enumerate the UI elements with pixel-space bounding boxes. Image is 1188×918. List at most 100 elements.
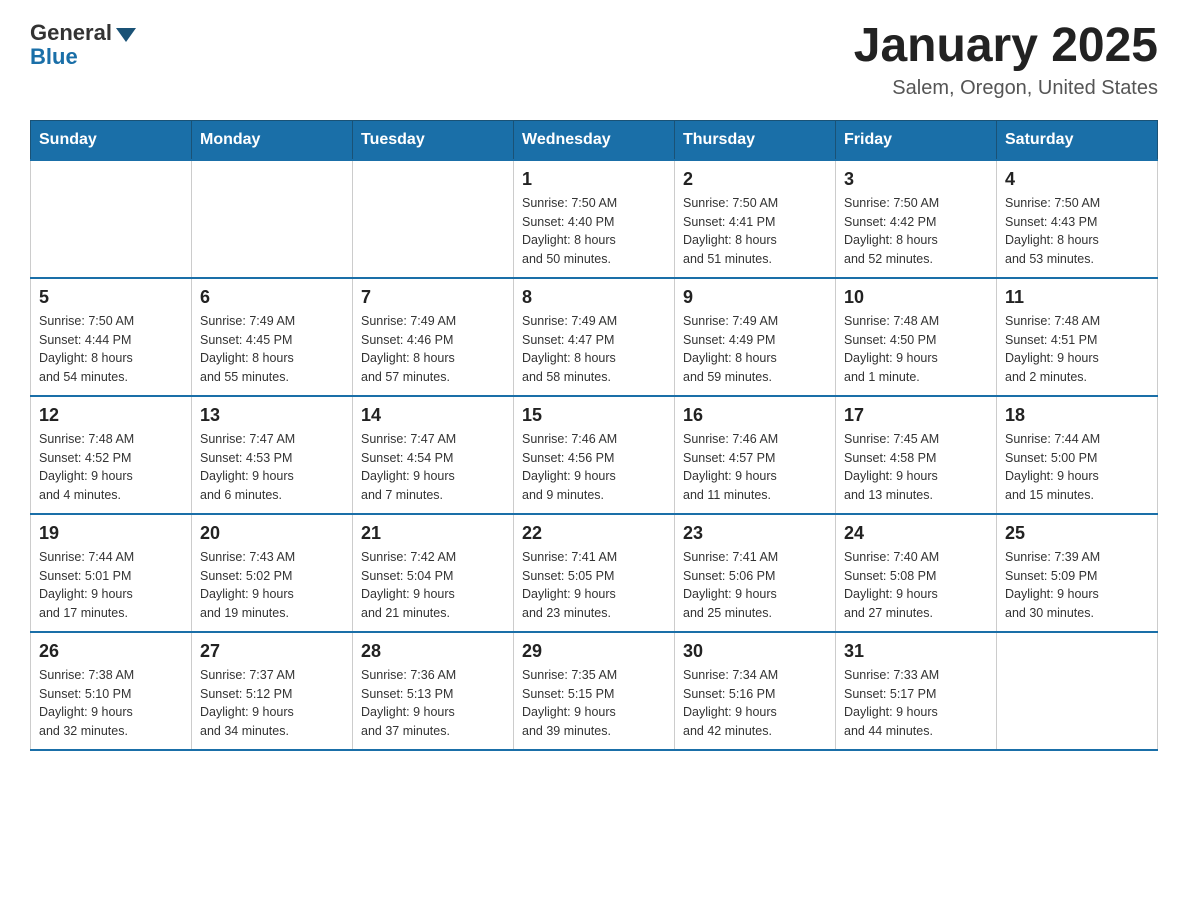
calendar-cell bbox=[31, 160, 192, 278]
day-info: Sunrise: 7:33 AMSunset: 5:17 PMDaylight:… bbox=[844, 666, 988, 741]
calendar-cell: 22Sunrise: 7:41 AMSunset: 5:05 PMDayligh… bbox=[514, 514, 675, 632]
logo-arrow-icon bbox=[116, 28, 136, 42]
day-info: Sunrise: 7:43 AMSunset: 5:02 PMDaylight:… bbox=[200, 548, 344, 623]
day-number: 25 bbox=[1005, 523, 1149, 544]
day-info: Sunrise: 7:37 AMSunset: 5:12 PMDaylight:… bbox=[200, 666, 344, 741]
calendar-cell: 18 Sunrise: 7:44 AMSunset: 5:00 PMDayligh… bbox=[997, 396, 1158, 514]
day-info: Sunrise: 7:49 AMSunset: 4:47 PMDaylight:… bbox=[522, 312, 666, 387]
column-header-sunday: Sunday bbox=[31, 120, 192, 160]
calendar-cell: 30 Sunrise: 7:34 AMSunset: 5:16 PMDayligh… bbox=[675, 632, 836, 750]
day-info: Sunrise: 7:46 AMSunset: 4:57 PMDaylight:… bbox=[683, 430, 827, 505]
day-number: 13 bbox=[200, 405, 344, 426]
day-number: 31 bbox=[844, 641, 988, 662]
day-number: 2 bbox=[683, 169, 827, 190]
calendar-cell: 1 Sunrise: 7:50 AMSunset: 4:40 PMDaylight… bbox=[514, 160, 675, 278]
day-number: 1 bbox=[522, 169, 666, 190]
calendar-cell bbox=[192, 160, 353, 278]
day-number: 20 bbox=[200, 523, 344, 544]
day-info: Sunrise: 7:47 AMSunset: 4:53 PMDaylight:… bbox=[200, 430, 344, 505]
day-info: Sunrise: 7:36 AMSunset: 5:13 PMDaylight:… bbox=[361, 666, 505, 741]
calendar-header-row: SundayMondayTuesdayWednesdayThursdayFrid… bbox=[31, 120, 1158, 160]
day-info: Sunrise: 7:50 AMSunset: 4:44 PMDaylight:… bbox=[39, 312, 183, 387]
calendar-cell: 25Sunrise: 7:39 AMSunset: 5:09 PMDayligh… bbox=[997, 514, 1158, 632]
day-number: 28 bbox=[361, 641, 505, 662]
day-info: Sunrise: 7:48 AMSunset: 4:51 PMDaylight:… bbox=[1005, 312, 1149, 387]
day-number: 6 bbox=[200, 287, 344, 308]
calendar-cell: 12 Sunrise: 7:48 AMSunset: 4:52 PMDayligh… bbox=[31, 396, 192, 514]
calendar-cell: 26Sunrise: 7:38 AMSunset: 5:10 PMDayligh… bbox=[31, 632, 192, 750]
calendar-cell: 29Sunrise: 7:35 AMSunset: 5:15 PMDayligh… bbox=[514, 632, 675, 750]
day-info: Sunrise: 7:38 AMSunset: 5:10 PMDaylight:… bbox=[39, 666, 183, 741]
day-info: Sunrise: 7:48 AMSunset: 4:52 PMDaylight:… bbox=[39, 430, 183, 505]
day-info: Sunrise: 7:42 AMSunset: 5:04 PMDaylight:… bbox=[361, 548, 505, 623]
day-info: Sunrise: 7:46 AMSunset: 4:56 PMDaylight:… bbox=[522, 430, 666, 505]
day-number: 9 bbox=[683, 287, 827, 308]
calendar-cell: 8Sunrise: 7:49 AMSunset: 4:47 PMDaylight… bbox=[514, 278, 675, 396]
day-info: Sunrise: 7:40 AMSunset: 5:08 PMDaylight:… bbox=[844, 548, 988, 623]
day-info: Sunrise: 7:49 AMSunset: 4:46 PMDaylight:… bbox=[361, 312, 505, 387]
calendar-table: SundayMondayTuesdayWednesdayThursdayFrid… bbox=[30, 120, 1158, 751]
calendar-cell: 23Sunrise: 7:41 AMSunset: 5:06 PMDayligh… bbox=[675, 514, 836, 632]
title-block: January 2025 Salem, Oregon, United State… bbox=[854, 20, 1158, 100]
day-number: 21 bbox=[361, 523, 505, 544]
day-info: Sunrise: 7:45 AMSunset: 4:58 PMDaylight:… bbox=[844, 430, 988, 505]
column-header-friday: Friday bbox=[836, 120, 997, 160]
calendar-cell: 24 Sunrise: 7:40 AMSunset: 5:08 PMDayligh… bbox=[836, 514, 997, 632]
day-info: Sunrise: 7:49 AMSunset: 4:49 PMDaylight:… bbox=[683, 312, 827, 387]
calendar-cell: 28 Sunrise: 7:36 AMSunset: 5:13 PMDayligh… bbox=[353, 632, 514, 750]
calendar-cell: 7 Sunrise: 7:49 AMSunset: 4:46 PMDaylight… bbox=[353, 278, 514, 396]
day-info: Sunrise: 7:44 AMSunset: 5:00 PMDaylight:… bbox=[1005, 430, 1149, 505]
day-info: Sunrise: 7:50 AMSunset: 4:43 PMDaylight:… bbox=[1005, 194, 1149, 269]
calendar-cell: 2Sunrise: 7:50 AMSunset: 4:41 PMDaylight… bbox=[675, 160, 836, 278]
day-number: 24 bbox=[844, 523, 988, 544]
day-number: 30 bbox=[683, 641, 827, 662]
day-info: Sunrise: 7:47 AMSunset: 4:54 PMDaylight:… bbox=[361, 430, 505, 505]
day-info: Sunrise: 7:48 AMSunset: 4:50 PMDaylight:… bbox=[844, 312, 988, 387]
location-text: Salem, Oregon, United States bbox=[854, 77, 1158, 100]
calendar-cell: 21 Sunrise: 7:42 AMSunset: 5:04 PMDayligh… bbox=[353, 514, 514, 632]
day-number: 3 bbox=[844, 169, 988, 190]
calendar-cell: 19 Sunrise: 7:44 AMSunset: 5:01 PMDayligh… bbox=[31, 514, 192, 632]
column-header-saturday: Saturday bbox=[997, 120, 1158, 160]
calendar-cell: 16Sunrise: 7:46 AMSunset: 4:57 PMDayligh… bbox=[675, 396, 836, 514]
calendar-cell: 17 Sunrise: 7:45 AMSunset: 4:58 PMDayligh… bbox=[836, 396, 997, 514]
day-number: 27 bbox=[200, 641, 344, 662]
day-number: 11 bbox=[1005, 287, 1149, 308]
calendar-cell: 14Sunrise: 7:47 AMSunset: 4:54 PMDayligh… bbox=[353, 396, 514, 514]
day-number: 19 bbox=[39, 523, 183, 544]
calendar-week-row: 1 Sunrise: 7:50 AMSunset: 4:40 PMDaylight… bbox=[31, 160, 1158, 278]
day-number: 15 bbox=[522, 405, 666, 426]
day-info: Sunrise: 7:35 AMSunset: 5:15 PMDaylight:… bbox=[522, 666, 666, 741]
calendar-cell: 20 Sunrise: 7:43 AMSunset: 5:02 PMDayligh… bbox=[192, 514, 353, 632]
calendar-week-row: 26Sunrise: 7:38 AMSunset: 5:10 PMDayligh… bbox=[31, 632, 1158, 750]
day-number: 18 bbox=[1005, 405, 1149, 426]
day-number: 17 bbox=[844, 405, 988, 426]
day-number: 12 bbox=[39, 405, 183, 426]
calendar-week-row: 19 Sunrise: 7:44 AMSunset: 5:01 PMDayligh… bbox=[31, 514, 1158, 632]
calendar-cell bbox=[353, 160, 514, 278]
calendar-cell: 3 Sunrise: 7:50 AMSunset: 4:42 PMDaylight… bbox=[836, 160, 997, 278]
page-header: General Blue January 2025 Salem, Oregon,… bbox=[30, 20, 1158, 100]
calendar-cell: 31 Sunrise: 7:33 AMSunset: 5:17 PMDayligh… bbox=[836, 632, 997, 750]
calendar-cell: 11 Sunrise: 7:48 AMSunset: 4:51 PMDayligh… bbox=[997, 278, 1158, 396]
calendar-cell: 5 Sunrise: 7:50 AMSunset: 4:44 PMDaylight… bbox=[31, 278, 192, 396]
day-info: Sunrise: 7:50 AMSunset: 4:42 PMDaylight:… bbox=[844, 194, 988, 269]
column-header-wednesday: Wednesday bbox=[514, 120, 675, 160]
calendar-week-row: 12 Sunrise: 7:48 AMSunset: 4:52 PMDayligh… bbox=[31, 396, 1158, 514]
logo: General Blue bbox=[30, 20, 136, 70]
day-info: Sunrise: 7:49 AMSunset: 4:45 PMDaylight:… bbox=[200, 312, 344, 387]
logo-general-text: General bbox=[30, 20, 112, 46]
day-number: 23 bbox=[683, 523, 827, 544]
day-number: 5 bbox=[39, 287, 183, 308]
day-number: 10 bbox=[844, 287, 988, 308]
day-number: 7 bbox=[361, 287, 505, 308]
calendar-cell bbox=[997, 632, 1158, 750]
calendar-week-row: 5 Sunrise: 7:50 AMSunset: 4:44 PMDaylight… bbox=[31, 278, 1158, 396]
day-info: Sunrise: 7:44 AMSunset: 5:01 PMDaylight:… bbox=[39, 548, 183, 623]
day-info: Sunrise: 7:34 AMSunset: 5:16 PMDaylight:… bbox=[683, 666, 827, 741]
day-info: Sunrise: 7:50 AMSunset: 4:40 PMDaylight:… bbox=[522, 194, 666, 269]
day-number: 4 bbox=[1005, 169, 1149, 190]
logo-blue-text: Blue bbox=[30, 44, 78, 70]
day-number: 22 bbox=[522, 523, 666, 544]
calendar-cell: 6 Sunrise: 7:49 AMSunset: 4:45 PMDaylight… bbox=[192, 278, 353, 396]
